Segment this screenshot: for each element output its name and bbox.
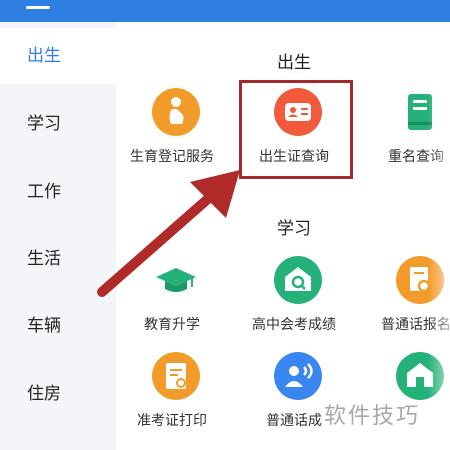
sidebar-item-housing[interactable]: 住房: [0, 366, 116, 422]
tile-label: 高中会考成绩: [252, 317, 336, 333]
menu-icon[interactable]: [26, 6, 50, 9]
school-search-icon: [274, 256, 322, 304]
pointer-arrow-icon: [97, 170, 240, 297]
sidebar-item-birth[interactable]: 出生: [0, 28, 116, 84]
tile-admission-ticket-print[interactable]: 准考证打印: [116, 352, 228, 450]
tile-label: 教育升学: [144, 317, 200, 333]
pregnancy-icon: [152, 88, 200, 136]
tile-label: 准考证打印: [137, 413, 207, 429]
sidebar-item-study[interactable]: 学习: [0, 96, 116, 152]
watermark-text: 软件技巧: [324, 404, 421, 429]
ticket-print-icon: [152, 352, 200, 400]
top-bar: [0, 0, 450, 22]
edge-fade: [428, 22, 450, 450]
section-title-birth: 出生: [277, 53, 311, 73]
section-title-study: 学习: [277, 219, 311, 239]
speech-person-icon: [274, 352, 322, 400]
